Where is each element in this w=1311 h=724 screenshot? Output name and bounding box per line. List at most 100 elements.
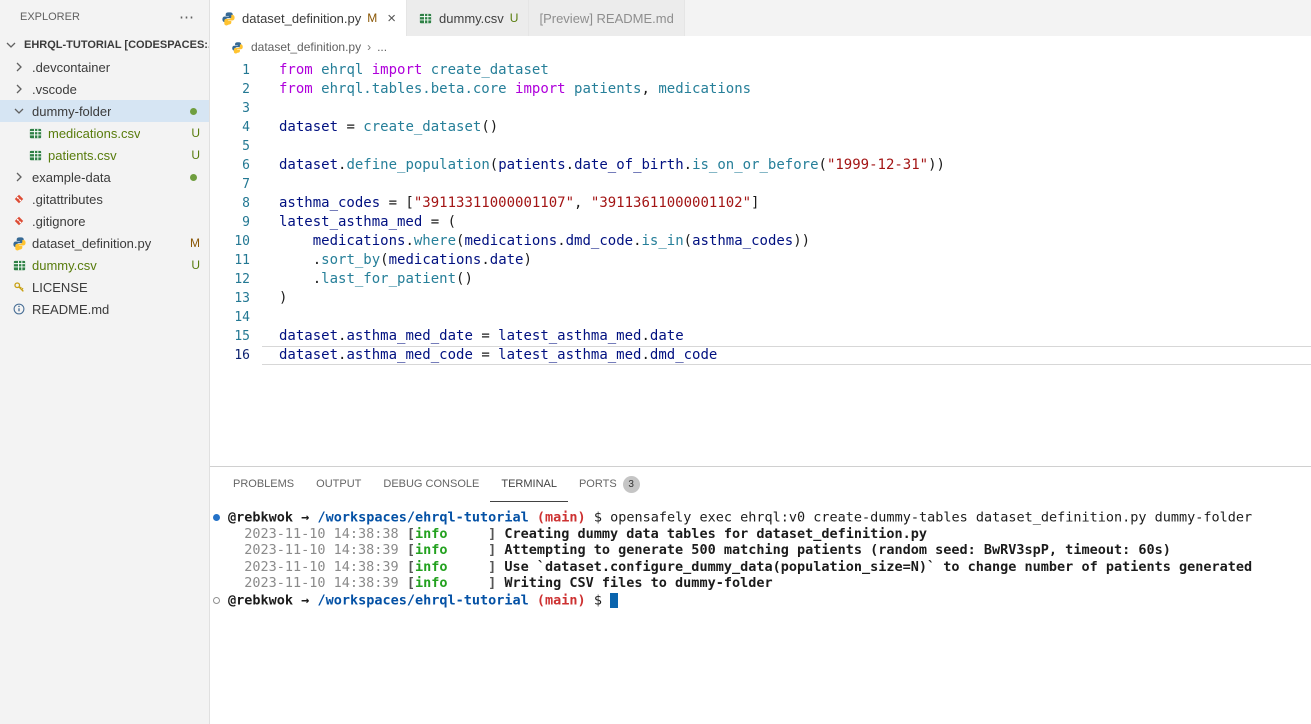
- breadcrumb-file[interactable]: dataset_definition.py: [251, 40, 361, 54]
- chevron-right-icon: [11, 81, 27, 97]
- terminal[interactable]: @rebkwok → /workspaces/ehrql-tutorial (m…: [210, 502, 1311, 724]
- line-number[interactable]: 2: [210, 80, 262, 99]
- code-editor[interactable]: 1from ehrql import create_dataset2from e…: [210, 58, 1311, 466]
- tree-item-dummy.csv[interactable]: dummy.csv U: [0, 254, 209, 276]
- code-line-9[interactable]: 9latest_asthma_med = (: [210, 213, 1311, 232]
- csv-icon: [417, 10, 433, 26]
- tree-item-dummy-folder[interactable]: dummy-folder: [0, 100, 209, 122]
- explorer-header: EXPLORER ⋯: [0, 0, 209, 34]
- terminal-line: @rebkwok → /workspaces/ehrql-tutorial (m…: [213, 592, 1311, 609]
- tree-item-label: example-data: [32, 170, 111, 185]
- code-line-4[interactable]: 4dataset = create_dataset(): [210, 118, 1311, 137]
- tree-item-.devcontainer[interactable]: .devcontainer: [0, 56, 209, 78]
- tree-item-example-data[interactable]: example-data: [0, 166, 209, 188]
- code-line-14[interactable]: 14: [210, 308, 1311, 327]
- python-icon: [11, 235, 27, 251]
- code-line-13[interactable]: 13): [210, 289, 1311, 308]
- line-number[interactable]: 14: [210, 308, 262, 327]
- tree-item-.gitignore[interactable]: .gitignore: [0, 210, 209, 232]
- tree-item-label: medications.csv: [48, 126, 140, 141]
- editor-tabbar: dataset_definition.pyM× dummy.csv U [Previe…: [210, 0, 1311, 36]
- explorer-actions-icon[interactable]: ⋯: [179, 8, 195, 26]
- tree-item-patients.csv[interactable]: patients.csvU: [0, 144, 209, 166]
- code-line-3[interactable]: 3: [210, 99, 1311, 118]
- tree-item-label: .gitattributes: [32, 192, 103, 207]
- line-number[interactable]: 13: [210, 289, 262, 308]
- tree-item-label: .gitignore: [32, 214, 85, 229]
- tree-item-README.md[interactable]: README.md: [0, 298, 209, 320]
- breadcrumb-more[interactable]: ...: [377, 40, 387, 54]
- code-line-1[interactable]: 1from ehrql import create_dataset: [210, 61, 1311, 80]
- tree-item-LICENSE[interactable]: LICENSE: [0, 276, 209, 298]
- panel-tab-DEBUG CONSOLE[interactable]: DEBUG CONSOLE: [372, 467, 490, 502]
- code-line-5[interactable]: 5: [210, 137, 1311, 156]
- line-number[interactable]: 3: [210, 99, 262, 118]
- code-line-6[interactable]: 6dataset.define_population(patients.date…: [210, 156, 1311, 175]
- tab-label: dummy.csv: [439, 11, 504, 26]
- line-number[interactable]: 12: [210, 270, 262, 289]
- panel-tab-label: PORTS: [579, 478, 617, 490]
- git-status-badge: U: [510, 11, 519, 25]
- python-icon: [220, 10, 236, 26]
- line-number[interactable]: 10: [210, 232, 262, 251]
- panel-tab-TERMINAL[interactable]: TERMINAL: [490, 467, 568, 502]
- code-line-15[interactable]: 15dataset.asthma_med_date = latest_asthm…: [210, 327, 1311, 346]
- line-number[interactable]: 4: [210, 118, 262, 137]
- line-number[interactable]: 11: [210, 251, 262, 270]
- line-number[interactable]: 1: [210, 61, 262, 80]
- vscode-window: EXPLORER ⋯ EHRQL-TUTORIAL [CODESPACES:..…: [0, 0, 1311, 724]
- editor-area: dataset_definition.pyM× dummy.csv U [Previe…: [210, 0, 1311, 724]
- csv-icon: [27, 147, 43, 163]
- panel-tab-label: OUTPUT: [316, 478, 361, 490]
- tree-item-.gitattributes[interactable]: .gitattributes: [0, 188, 209, 210]
- tree-item-medications.csv[interactable]: medications.csvU: [0, 122, 209, 144]
- line-number[interactable]: 6: [210, 156, 262, 175]
- tab-dataset_definition.py[interactable]: dataset_definition.pyM×: [210, 0, 407, 36]
- tree-item-dataset_definition.py[interactable]: dataset_definition.pyM: [0, 232, 209, 254]
- code-line-12[interactable]: 12 .last_for_patient(): [210, 270, 1311, 289]
- panel-tab-PORTS[interactable]: PORTS3: [568, 467, 651, 502]
- chevron-down-icon: [11, 103, 27, 119]
- tree-item-label: dummy.csv: [32, 258, 97, 273]
- csv-icon: [27, 125, 43, 141]
- chevron-down-icon: [3, 37, 19, 53]
- panel-tab-PROBLEMS[interactable]: PROBLEMS: [222, 467, 305, 502]
- chevron-right-icon: [11, 169, 27, 185]
- git-icon: [11, 213, 27, 229]
- panel-tab-label: TERMINAL: [501, 478, 557, 490]
- key-icon: [11, 279, 27, 295]
- git-status-badge: M: [190, 236, 200, 250]
- code-line-11[interactable]: 11 .sort_by(medications.date): [210, 251, 1311, 270]
- command-ran-icon: [213, 514, 220, 521]
- code-line-7[interactable]: 7: [210, 175, 1311, 194]
- explorer-sidebar: EXPLORER ⋯ EHRQL-TUTORIAL [CODESPACES:..…: [0, 0, 210, 724]
- line-number[interactable]: 15: [210, 327, 262, 346]
- panel-tab-OUTPUT[interactable]: OUTPUT: [305, 467, 372, 502]
- git-status-badge: U: [191, 258, 200, 272]
- tree-item-label: LICENSE: [32, 280, 88, 295]
- code-line-10[interactable]: 10 medications.where(medications.dmd_cod…: [210, 232, 1311, 251]
- tree-item-label: dummy-folder: [32, 104, 111, 119]
- explorer-title: EXPLORER: [20, 11, 80, 23]
- tree-item-.vscode[interactable]: .vscode: [0, 78, 209, 100]
- tab-[Preview] README.md[interactable]: [Preview] README.md: [529, 0, 684, 36]
- line-number[interactable]: 5: [210, 137, 262, 156]
- info-icon: [11, 301, 27, 317]
- chevron-right-icon: [11, 59, 27, 75]
- code-line-16[interactable]: 16dataset.asthma_med_code = latest_asthm…: [210, 346, 1311, 365]
- tab-dummy.csv[interactable]: dummy.csv U: [407, 0, 529, 36]
- code-line-8[interactable]: 8asthma_codes = ["39113311000001107", "3…: [210, 194, 1311, 213]
- changes-dot-icon: [190, 108, 197, 115]
- line-number[interactable]: 7: [210, 175, 262, 194]
- python-icon: [229, 39, 245, 55]
- code-line-2[interactable]: 2from ehrql.tables.beta.core import pati…: [210, 80, 1311, 99]
- tree-item-label: .devcontainer: [32, 60, 110, 75]
- close-icon[interactable]: ×: [387, 11, 396, 26]
- bottom-panel: PROBLEMS OUTPUT DEBUG CONSOLE TERMINAL PORTS…: [210, 466, 1311, 724]
- workspace-root-label: EHRQL-TUTORIAL [CODESPACES:...: [24, 39, 209, 51]
- terminal-cursor: [610, 593, 618, 608]
- line-number[interactable]: 9: [210, 213, 262, 232]
- line-number[interactable]: 16: [210, 346, 262, 365]
- workspace-root-folder[interactable]: EHRQL-TUTORIAL [CODESPACES:...: [0, 34, 209, 56]
- line-number[interactable]: 8: [210, 194, 262, 213]
